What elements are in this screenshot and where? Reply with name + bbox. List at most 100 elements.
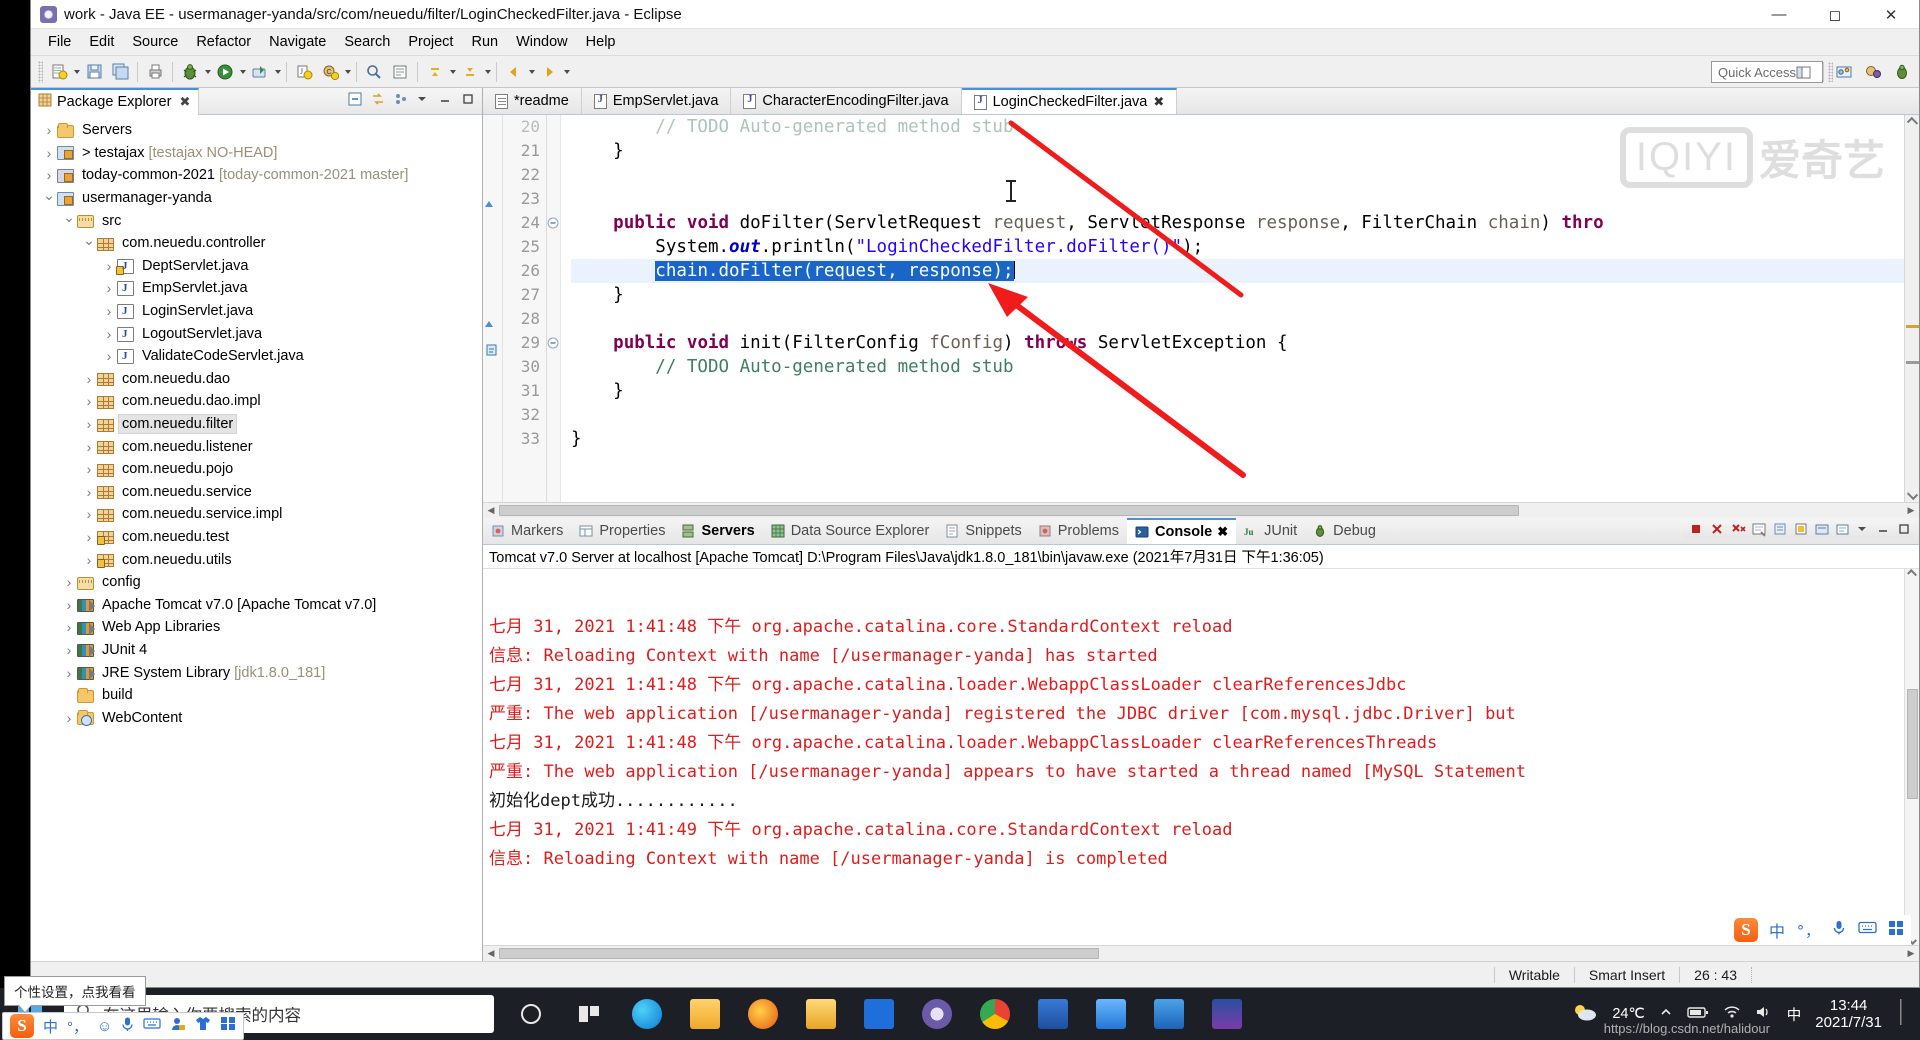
new-class-button[interactable]: C bbox=[318, 60, 342, 84]
tree-item-loginservlet.java[interactable]: LoginServlet.java bbox=[31, 300, 482, 323]
weather-icon[interactable] bbox=[1572, 1002, 1598, 1026]
taskbar-mail-icon[interactable] bbox=[852, 988, 905, 1040]
console-tab-markers[interactable]: Markers bbox=[483, 518, 571, 544]
taskbar-clock[interactable]: 13:44 2021/7/31 bbox=[1815, 997, 1882, 1032]
sogou-bar-logo-icon[interactable]: S bbox=[10, 1014, 34, 1038]
remove-launch-icon[interactable] bbox=[1709, 521, 1726, 538]
chevron-right-icon[interactable] bbox=[81, 552, 97, 568]
maximize-console-icon[interactable] bbox=[1898, 521, 1915, 538]
minimize-console-icon[interactable] bbox=[1877, 521, 1894, 538]
ime-punctuation-toggle[interactable]: °， bbox=[1796, 920, 1820, 941]
chevron-right-icon[interactable] bbox=[81, 393, 97, 409]
console-tab-snippets[interactable]: Snippets bbox=[937, 518, 1029, 544]
collapse-all-icon[interactable] bbox=[347, 91, 363, 107]
remove-all-terminated-icon[interactable] bbox=[1730, 521, 1747, 538]
ime-keyboard-icon[interactable] bbox=[1858, 920, 1877, 940]
tray-ime-label[interactable]: 中 bbox=[1787, 1004, 1802, 1025]
editor-tab--readme[interactable]: *readme bbox=[483, 88, 582, 114]
tree-item-com.neuedu.dao.impl[interactable]: com.neuedu.dao.impl bbox=[31, 390, 482, 413]
console-vertical-scrollbar[interactable] bbox=[1904, 569, 1919, 945]
code-line-25[interactable]: System.out.println("LoginCheckedFilter.d… bbox=[571, 235, 1919, 259]
sogou-microphone-icon[interactable] bbox=[121, 1016, 134, 1037]
tree-item-jre-system-library[interactable]: JRE System Library [jdk1.8.0_181] bbox=[31, 661, 482, 684]
sogou-logo-icon[interactable]: S bbox=[1733, 918, 1758, 942]
perspective-java-ee-button[interactable] bbox=[1832, 60, 1856, 84]
close-button[interactable]: ✕ bbox=[1863, 0, 1919, 29]
run-button[interactable] bbox=[213, 60, 237, 84]
tree-item-deptservlet.java[interactable]: DeptServlet.java bbox=[31, 255, 482, 278]
code-text[interactable]: // TODO Auto-generated method stub } pub… bbox=[561, 115, 1919, 502]
console-tab-console[interactable]: Console ✖ bbox=[1127, 518, 1237, 544]
print-button[interactable] bbox=[143, 60, 167, 84]
console-horizontal-scrollbar[interactable]: ◀ ▶ bbox=[483, 945, 1919, 961]
code-line-27[interactable]: } bbox=[571, 283, 1919, 307]
sogou-emoji-icon[interactable]: ☺ bbox=[97, 1018, 112, 1035]
menu-item-navigate[interactable]: Navigate bbox=[260, 32, 335, 52]
chevron-right-icon[interactable] bbox=[61, 710, 77, 726]
tree-item-servers[interactable]: Servers bbox=[31, 119, 482, 142]
scroll-lock-icon[interactable] bbox=[1772, 521, 1789, 538]
taskbar-navicat-icon[interactable] bbox=[1026, 988, 1079, 1040]
chevron-down-icon[interactable] bbox=[81, 235, 97, 252]
code-line-31[interactable]: } bbox=[571, 379, 1919, 403]
tree-item-config[interactable]: config bbox=[31, 571, 482, 594]
debug-button[interactable] bbox=[178, 60, 202, 84]
task-view-circle-icon[interactable] bbox=[504, 988, 557, 1040]
tree-item--testajax[interactable]: > testajax [testajax NO-HEAD] bbox=[31, 142, 482, 165]
chevron-right-icon[interactable] bbox=[81, 484, 97, 500]
chevron-right-icon[interactable] bbox=[101, 303, 117, 319]
editor-tab-empservlet-java[interactable]: EmpServlet.java bbox=[582, 88, 732, 114]
taskbar-eclipse-icon[interactable] bbox=[910, 988, 963, 1040]
task-view-icon[interactable] bbox=[562, 988, 615, 1040]
tree-item-webcontent[interactable]: WebContent bbox=[31, 706, 482, 729]
chevron-right-icon[interactable] bbox=[81, 506, 97, 522]
tree-item-com.neuedu.dao[interactable]: com.neuedu.dao bbox=[31, 368, 482, 391]
code-line-32[interactable] bbox=[571, 403, 1919, 427]
code-line-29[interactable]: public void init(FilterConfig fConfig) t… bbox=[571, 331, 1919, 355]
sogou-keyboard-icon[interactable] bbox=[143, 1017, 161, 1035]
forward-dropdown-arrow[interactable] bbox=[562, 60, 571, 84]
annotation-ruler[interactable] bbox=[483, 115, 503, 502]
chevron-right-icon[interactable] bbox=[81, 461, 97, 477]
code-line-24[interactable]: public void doFilter(ServletRequest requ… bbox=[571, 211, 1919, 235]
tree-item-empservlet.java[interactable]: EmpServlet.java bbox=[31, 277, 482, 300]
open-console-icon[interactable] bbox=[1835, 521, 1852, 538]
console-tab-junit[interactable]: Ju JUnit bbox=[1236, 518, 1305, 544]
console-scroll-up-icon[interactable] bbox=[1907, 569, 1917, 579]
sogou-toolbox-icon[interactable] bbox=[220, 1016, 236, 1036]
console-tab-problems[interactable]: Problems bbox=[1030, 518, 1127, 544]
link-with-editor-icon[interactable] bbox=[370, 91, 386, 107]
tree-item-apache-tomcat-v7.0-apache-tomcat-v7.0-[interactable]: Apache Tomcat v7.0 [Apache Tomcat v7.0] bbox=[31, 593, 482, 616]
taskbar-firefox-icon[interactable] bbox=[736, 988, 789, 1040]
sogou-punctuation-toggle[interactable]: °， bbox=[67, 1016, 88, 1037]
save-all-button[interactable] bbox=[108, 60, 132, 84]
perspective-debug-button[interactable] bbox=[1890, 60, 1914, 84]
ime-microphone-icon[interactable] bbox=[1831, 919, 1847, 941]
tree-item-validatecodeservlet.java[interactable]: ValidateCodeServlet.java bbox=[31, 345, 482, 368]
debug-dropdown-arrow[interactable] bbox=[203, 60, 212, 84]
console-tab-properties[interactable]: Properties bbox=[571, 518, 673, 544]
folding-ruler[interactable] bbox=[547, 115, 561, 502]
chevron-right-icon[interactable] bbox=[61, 642, 77, 658]
chevron-right-icon[interactable] bbox=[101, 348, 117, 364]
previous-annotation-dropdown-arrow[interactable] bbox=[483, 60, 492, 84]
previous-annotation-button[interactable] bbox=[458, 60, 482, 84]
ime-apps-icon[interactable] bbox=[1888, 920, 1905, 941]
code-line-23[interactable] bbox=[571, 187, 1919, 211]
console-output[interactable]: 七月 31, 2021 1:41:48 下午 org.apache.catali… bbox=[483, 569, 1919, 945]
scroll-up-icon[interactable] bbox=[1906, 116, 1919, 129]
editor-tab-logincheckedfilter-java[interactable]: LoginCheckedFilter.java ✖ bbox=[961, 88, 1178, 114]
chevron-down-icon[interactable] bbox=[61, 212, 77, 229]
chevron-down-icon[interactable] bbox=[41, 190, 57, 207]
chevron-right-icon[interactable] bbox=[41, 167, 57, 183]
back-dropdown-arrow[interactable] bbox=[527, 60, 536, 84]
hscroll-left-icon[interactable]: ◀ bbox=[483, 503, 499, 519]
tree-item-com.neuedu.pojo[interactable]: com.neuedu.pojo bbox=[31, 458, 482, 481]
tree-item-com.neuedu.service.impl[interactable]: com.neuedu.service.impl bbox=[31, 503, 482, 526]
back-button[interactable] bbox=[502, 60, 526, 84]
tree-item-web-app-libraries[interactable]: Web App Libraries bbox=[31, 616, 482, 639]
console-hscroll-left-icon[interactable]: ◀ bbox=[483, 946, 499, 962]
chevron-right-icon[interactable] bbox=[81, 439, 97, 455]
pin-console-icon[interactable] bbox=[1793, 521, 1810, 538]
chevron-right-icon[interactable] bbox=[61, 597, 77, 613]
